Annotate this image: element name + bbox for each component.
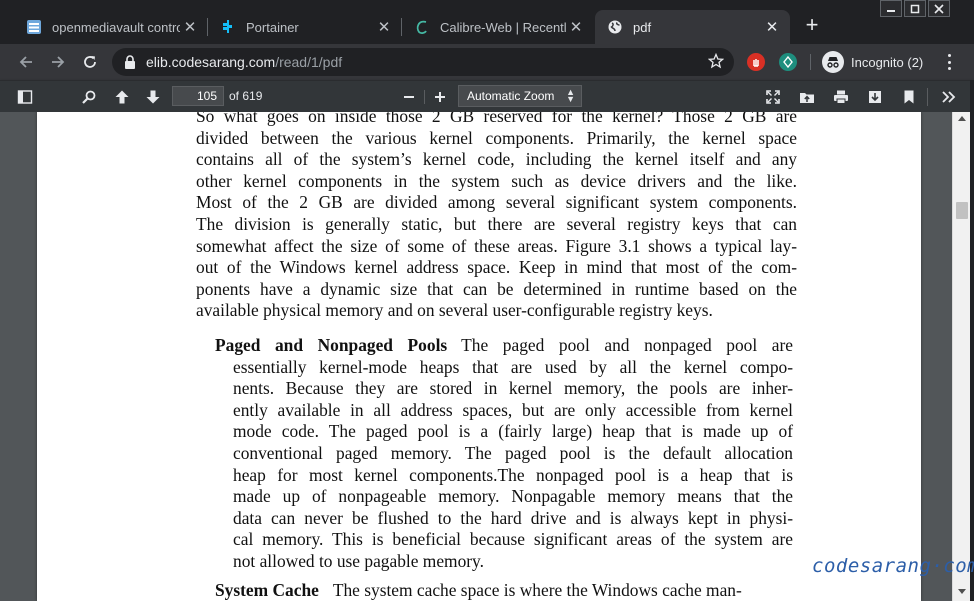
portainer-icon (220, 19, 236, 35)
text-line: conventional paged memory. The paged poo… (233, 442, 793, 463)
scroll-up-icon[interactable] (958, 116, 966, 121)
definition-text: The paged pool and nonpaged pool are (461, 335, 793, 355)
calibre-icon (414, 19, 430, 35)
open-file-icon[interactable] (797, 87, 817, 107)
text-line: System Cache The system cache space is wh… (215, 580, 793, 601)
extension-stop-icon[interactable] (747, 53, 765, 71)
close-tab-icon[interactable]: ✕ (374, 17, 394, 37)
tab-title: Calibre-Web | Recently A (440, 19, 566, 35)
zoom-value: Automatic Zoom (467, 89, 555, 103)
toolbar-divider (810, 54, 811, 70)
scrollbar-thumb[interactable] (956, 202, 968, 219)
text-line: not allowed to use pagable memory. (233, 550, 484, 571)
definition-system-cache: System Cache The system cache space is wh… (215, 580, 793, 601)
back-button[interactable] (14, 50, 38, 74)
tab-calibre[interactable]: Calibre-Web | Recently A ✕ (402, 10, 594, 44)
window-controls (878, 0, 950, 18)
profile-label: Incognito (2) (851, 54, 924, 70)
zoom-out-icon[interactable] (399, 87, 419, 107)
text-line: out of the Windows kernel address space.… (196, 257, 797, 278)
tab-pdf[interactable]: pdf ✕ (595, 10, 790, 44)
maximize-icon[interactable] (904, 0, 926, 17)
reload-button[interactable] (78, 50, 102, 74)
extension-shield-icon[interactable] (779, 53, 797, 71)
globe-icon (607, 19, 623, 35)
text-line: cal memory. This is beneficial because s… (233, 529, 793, 550)
vertical-scrollbar[interactable] (952, 112, 970, 601)
text-line: Most of the 2 GB are divided among sever… (196, 192, 797, 213)
bookmark-icon[interactable] (899, 87, 919, 107)
scroll-down-icon[interactable] (958, 589, 966, 594)
page-count-label: of 619 (229, 89, 263, 103)
forward-arrow-icon (52, 56, 65, 68)
text-line: So what goes on inside those 2 GB reserv… (196, 112, 797, 126)
tab-strip: openmediavault control ✕ Portainer ✕ Cal… (0, 0, 974, 44)
incognito-profile-button[interactable]: Incognito (2) (822, 49, 923, 75)
bookmark-star-icon[interactable] (707, 52, 725, 74)
minimize-icon[interactable] (880, 0, 902, 17)
text-line: Paged and Nonpaged Pools The paged pool a… (215, 335, 793, 357)
close-tab-icon[interactable]: ✕ (566, 17, 586, 37)
presentation-mode-icon[interactable] (763, 87, 783, 107)
text-line: nents. Because they are stored in kernel… (233, 378, 793, 399)
definition-text: The system cache space is where the Wind… (332, 580, 742, 600)
close-tab-icon[interactable]: ✕ (180, 17, 200, 37)
text-line: mode code. The paged pool is a (fairly l… (233, 421, 793, 442)
zoom-divider (424, 90, 425, 104)
tools-menu-icon[interactable] (939, 87, 959, 107)
text-line: available physical memory and on several… (196, 300, 713, 321)
back-arrow-icon (19, 56, 32, 68)
download-icon[interactable] (865, 87, 885, 107)
text-line: heap for most kernel components.The nonp… (233, 464, 793, 485)
print-icon[interactable] (831, 87, 851, 107)
definition-term: Paged and Nonpaged Pools (215, 335, 448, 355)
forward-button[interactable] (46, 50, 70, 74)
pdf-toolbar: 105 of 619 Automatic Zoom ▲ ▼ (0, 80, 974, 112)
next-page-icon[interactable] (143, 87, 163, 107)
definition-term: System Cache (215, 580, 319, 600)
tab-title: openmediavault control (52, 19, 180, 35)
address-bar[interactable]: elib.codesarang.com/read/1/pdf (112, 48, 734, 76)
url-host: elib.codesarang.com (146, 54, 276, 70)
url-text: elib.codesarang.com/read/1/pdf (146, 54, 342, 70)
page-number-input[interactable]: 105 (172, 86, 224, 106)
incognito-icon (822, 51, 844, 73)
text-line: The division is generally static, but th… (196, 213, 797, 234)
definition-paged-pools: Paged and Nonpaged Pools The paged pool a… (215, 335, 793, 573)
tab-openmediavault[interactable]: openmediavault control ✕ (14, 10, 208, 44)
browser-toolbar: elib.codesarang.com/read/1/pdf Incognito… (0, 44, 974, 80)
tab-title: Portainer (246, 19, 299, 35)
url-path: /read/1/pdf (275, 54, 343, 70)
openmediavault-icon (26, 19, 42, 35)
text-line: divided between the various kernel compo… (196, 127, 797, 148)
text-line: contains all of the system’s kernel code… (196, 149, 797, 170)
zoom-select[interactable]: Automatic Zoom ▲ ▼ (458, 85, 582, 107)
new-tab-button[interactable]: + (800, 14, 824, 38)
tab-title: pdf (633, 19, 652, 35)
window-border (970, 80, 974, 601)
select-arrows-icon: ▲ ▼ (566, 87, 575, 104)
text-line: somewhat affect the size of some of thes… (196, 235, 797, 256)
close-window-icon[interactable] (928, 0, 950, 17)
body-paragraph: So what goes on inside those 2 GB reserv… (196, 112, 797, 322)
lock-icon (124, 54, 136, 75)
tab-portainer[interactable]: Portainer ✕ (208, 10, 402, 44)
text-line: data can never be flushed to the hard dr… (233, 507, 793, 528)
text-line: ently available in all address spaces, b… (233, 399, 793, 420)
toolbar-divider (927, 88, 928, 106)
search-icon[interactable] (79, 87, 99, 107)
text-line: ponents have a dynamic size that can be … (196, 278, 797, 299)
previous-page-icon[interactable] (112, 87, 132, 107)
text-line: other kernel components in the system su… (196, 170, 797, 191)
reload-icon (84, 56, 96, 68)
watermark-text: codesarang·com (812, 555, 974, 577)
pdf-viewer[interactable]: So what goes on inside those 2 GB reserv… (0, 112, 974, 601)
pdf-page: So what goes on inside those 2 GB reserv… (37, 112, 921, 601)
zoom-in-icon[interactable] (430, 87, 450, 107)
sidebar-toggle-icon[interactable] (15, 87, 35, 107)
text-line: essentially kernel-mode heaps that are u… (233, 356, 793, 377)
text-line: made up of nonpageable memory. Nonpagabl… (233, 486, 793, 507)
close-tab-icon[interactable]: ✕ (762, 17, 782, 37)
browser-menu-icon[interactable] (941, 52, 957, 72)
